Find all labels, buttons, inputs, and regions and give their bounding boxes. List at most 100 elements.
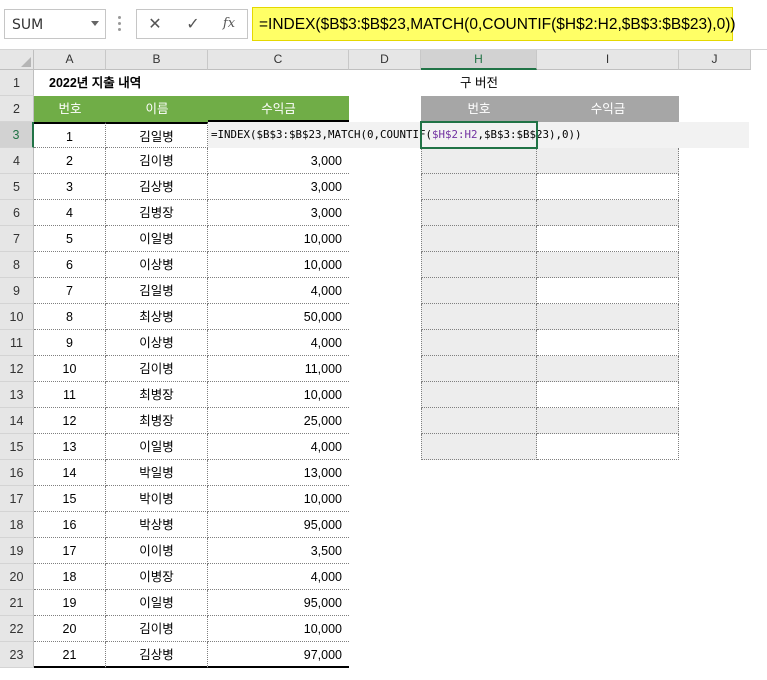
cell-no[interactable]: 20 — [34, 616, 106, 642]
row-header[interactable]: 14 — [0, 408, 34, 434]
row-header[interactable]: 22 — [0, 616, 34, 642]
cell-name[interactable]: 김병장 — [106, 200, 208, 226]
cell-no[interactable]: 15 — [34, 486, 106, 512]
cell-income[interactable]: 25,000 — [208, 408, 349, 434]
result-cell-no[interactable] — [421, 200, 537, 226]
result-cell-income[interactable] — [537, 356, 679, 382]
cell-income[interactable]: 11,000 — [208, 356, 349, 382]
cell-no[interactable]: 1 — [34, 122, 106, 148]
cell-name[interactable]: 박일병 — [106, 460, 208, 486]
cancel-icon[interactable]: ✕ — [143, 13, 167, 35]
cell-name[interactable]: 이상병 — [106, 252, 208, 278]
row-header[interactable]: 18 — [0, 512, 34, 538]
drag-handle-icon[interactable] — [118, 16, 121, 32]
cell-name[interactable]: 김이병 — [106, 616, 208, 642]
cell-income[interactable]: 4,000 — [208, 564, 349, 590]
row-header[interactable]: 12 — [0, 356, 34, 382]
cell-no[interactable]: 2 — [34, 148, 106, 174]
result-cell-income[interactable] — [537, 226, 679, 252]
right-header-no[interactable]: 번호 — [421, 96, 537, 122]
cell-name[interactable]: 박상병 — [106, 512, 208, 538]
cell-no[interactable]: 10 — [34, 356, 106, 382]
result-cell-income[interactable] — [537, 434, 679, 460]
row-header[interactable]: 2 — [0, 96, 34, 122]
cell-no[interactable]: 11 — [34, 382, 106, 408]
row-header[interactable]: 1 — [0, 70, 34, 96]
result-cell-no[interactable] — [421, 174, 537, 200]
cell-no[interactable]: 12 — [34, 408, 106, 434]
cell-income[interactable]: 3,500 — [208, 538, 349, 564]
header-no[interactable]: 번호 — [34, 96, 106, 122]
cell-income[interactable]: 97,000 — [208, 642, 349, 668]
cell-name[interactable]: 김상병 — [106, 642, 208, 668]
cell-no[interactable]: 17 — [34, 538, 106, 564]
result-cell-income[interactable] — [537, 252, 679, 278]
header-name[interactable]: 이름 — [106, 96, 208, 122]
cell-name[interactable]: 이일병 — [106, 226, 208, 252]
chevron-down-icon[interactable] — [91, 21, 99, 26]
result-cell-no[interactable] — [421, 252, 537, 278]
row-header[interactable]: 4 — [0, 148, 34, 174]
cell-name[interactable]: 최병장 — [106, 382, 208, 408]
result-cell-income[interactable] — [537, 304, 679, 330]
row-header-active[interactable]: 3 — [0, 122, 34, 148]
cell-name[interactable]: 김일병 — [106, 278, 208, 304]
header-income[interactable]: 수익금 — [208, 96, 349, 122]
cell-income[interactable]: 3,000 — [208, 200, 349, 226]
result-cell-no[interactable] — [421, 278, 537, 304]
right-header-income[interactable]: 수익금 — [537, 96, 679, 122]
cell-name[interactable]: 이이병 — [106, 538, 208, 564]
col-header-j[interactable]: J — [679, 50, 751, 70]
cell-income[interactable]: 50,000 — [208, 304, 349, 330]
cell-income[interactable]: 4,000 — [208, 278, 349, 304]
result-cell-income[interactable] — [537, 382, 679, 408]
col-header-h[interactable]: H — [421, 50, 537, 70]
result-cell-no[interactable] — [421, 408, 537, 434]
result-cell-no[interactable] — [421, 434, 537, 460]
cell-no[interactable]: 19 — [34, 590, 106, 616]
result-cell-no[interactable] — [421, 356, 537, 382]
cell-income[interactable]: 10,000 — [208, 252, 349, 278]
old-version-label[interactable]: 구 버전 — [421, 70, 537, 96]
cell-name[interactable]: 최상병 — [106, 304, 208, 330]
cell-name[interactable]: 최병장 — [106, 408, 208, 434]
result-cell-income[interactable] — [537, 200, 679, 226]
cell-name[interactable]: 김이병 — [106, 356, 208, 382]
cell-no[interactable]: 16 — [34, 512, 106, 538]
cell-name[interactable]: 김이병 — [106, 148, 208, 174]
cell-income[interactable]: 10,000 — [208, 616, 349, 642]
cell-income[interactable]: 4,000 — [208, 434, 349, 460]
row-header[interactable]: 17 — [0, 486, 34, 512]
formula-text[interactable]: =INDEX($B$3:$B$23,MATCH(0,COUNTIF($H$2:H… — [259, 16, 736, 34]
result-cell-no[interactable] — [421, 382, 537, 408]
row-header[interactable]: 19 — [0, 538, 34, 564]
result-cell-income[interactable] — [537, 278, 679, 304]
cell-income[interactable]: 95,000 — [208, 590, 349, 616]
row-header[interactable]: 10 — [0, 304, 34, 330]
cell-name[interactable]: 이상병 — [106, 330, 208, 356]
cell-income[interactable]: 10,000 — [208, 382, 349, 408]
cell-name[interactable]: 이일병 — [106, 434, 208, 460]
row-header[interactable]: 23 — [0, 642, 34, 668]
cell-no[interactable]: 5 — [34, 226, 106, 252]
cell-income[interactable]: 10,000 — [208, 226, 349, 252]
name-box[interactable]: SUM — [4, 9, 106, 39]
cell-no[interactable]: 4 — [34, 200, 106, 226]
cell-no[interactable]: 7 — [34, 278, 106, 304]
cell-name[interactable]: 박이병 — [106, 486, 208, 512]
select-all-corner[interactable] — [0, 50, 34, 70]
row-header[interactable]: 7 — [0, 226, 34, 252]
formula-input[interactable]: =INDEX($B$3:$B$23,MATCH(0,COUNTIF($H$2:H… — [252, 7, 736, 41]
row-header[interactable]: 9 — [0, 278, 34, 304]
result-cell-no[interactable] — [421, 148, 537, 174]
cell-name[interactable]: 이병장 — [106, 564, 208, 590]
cell-no[interactable]: 6 — [34, 252, 106, 278]
cell-no[interactable]: 8 — [34, 304, 106, 330]
cell-no[interactable]: 9 — [34, 330, 106, 356]
col-header-i[interactable]: I — [537, 50, 679, 70]
row-header[interactable]: 21 — [0, 590, 34, 616]
cell-no[interactable]: 3 — [34, 174, 106, 200]
sheet-title[interactable]: 2022년 지출 내역 — [42, 70, 242, 96]
cell-income[interactable]: 4,000 — [208, 330, 349, 356]
result-cell-no[interactable] — [421, 330, 537, 356]
